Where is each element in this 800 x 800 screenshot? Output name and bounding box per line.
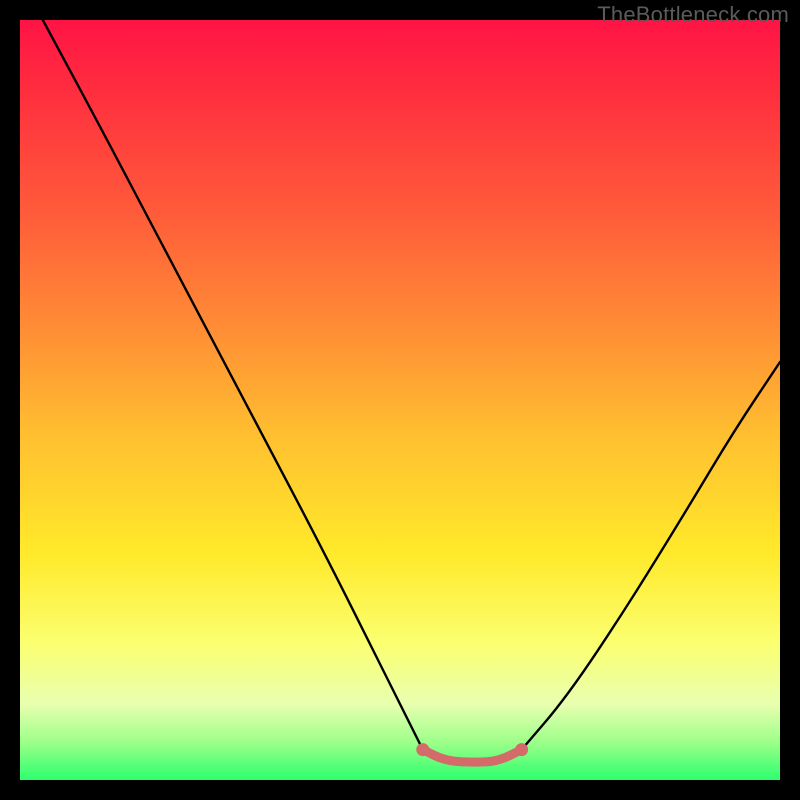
- optimum-flat-segment: [423, 750, 522, 763]
- curve-left-branch: [43, 20, 423, 750]
- optimum-endpoint-right: [515, 743, 528, 756]
- chart-frame: TheBottleneck.com: [0, 0, 800, 800]
- bottleneck-curve-svg: [20, 20, 780, 780]
- plot-area: [20, 20, 780, 780]
- curve-right-branch: [522, 362, 780, 750]
- optimum-endpoint-left: [416, 743, 429, 756]
- watermark-text: TheBottleneck.com: [597, 2, 789, 28]
